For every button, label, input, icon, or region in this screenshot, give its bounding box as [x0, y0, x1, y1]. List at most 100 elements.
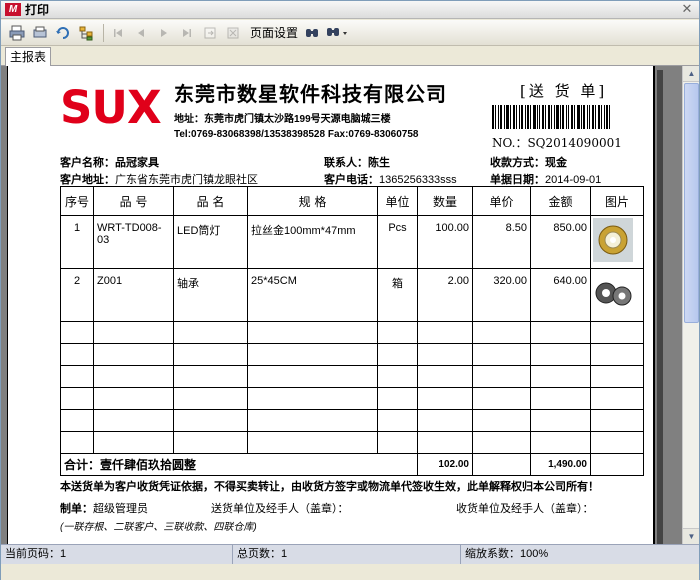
led-downlight-image: [593, 218, 633, 262]
item-amount: 850.00: [530, 215, 591, 269]
date-label: 单据日期：: [490, 174, 545, 186]
close-doc-icon[interactable]: [223, 23, 243, 43]
tab-main-report[interactable]: 主报表: [5, 47, 51, 66]
tree-icon[interactable]: [76, 23, 96, 43]
items-table: 序号 品 号 品 名 规 格 单位 数量 单价 金额 图片 1 WRT-TD00…: [60, 186, 644, 476]
maker-row: 制单：超级管理员: [60, 500, 148, 516]
contact-label: 联系人：: [324, 157, 368, 169]
date-value: 2014-09-01: [545, 174, 602, 186]
item-spec: 25*45CM: [247, 268, 378, 322]
table-row: [60, 365, 644, 388]
print-window: M 打印 ✕ 页面设置 主报表 SUX 东莞市数星软件科技有限公司 [送 货 单…: [0, 0, 700, 580]
total-label: 合计：壹仟肆佰玖拾圆整: [60, 453, 418, 476]
terms-note: 本送货单为客户收货凭证依据，不得买卖转让，由收货方签字或物流单代签收生效，此单解…: [60, 481, 599, 493]
column-header: 规 格: [247, 186, 378, 216]
bearing-image: [593, 271, 633, 315]
sender-signature: 送货单位及经手人（盖章）：: [211, 503, 349, 515]
item-amount: 640.00: [530, 268, 591, 322]
table-row: 2 Z001 轴承 25*45CM 箱 2.00 320.00 640.00: [60, 268, 644, 322]
column-header: 单价: [472, 186, 531, 216]
company-phone: Tel:0769-83068398/13538398528 Fax:0769-8…: [174, 129, 419, 140]
item-price: 8.50: [472, 215, 531, 269]
customer-address-row: 客户地址：广东省东莞市虎门镇龙眼社区: [60, 171, 258, 187]
scroll-thumb[interactable]: [684, 83, 699, 323]
item-name: 轴承: [173, 268, 248, 322]
column-header: 品 号: [93, 186, 174, 216]
customer-phone-row: 客户电话：1365256333sss: [324, 171, 457, 187]
payment-value: 现金: [545, 157, 567, 169]
table-row: 1 WRT-TD008-03 LED筒灯 拉丝金100mm*47mm Pcs 1…: [60, 215, 644, 269]
item-code: Z001: [93, 268, 174, 322]
item-code: WRT-TD008-03: [93, 215, 174, 269]
print-icon[interactable]: [7, 23, 27, 43]
zoom-status: 缩放系数：100%: [465, 548, 549, 560]
close-button[interactable]: ✕: [679, 2, 695, 16]
maker-label: 制单：: [60, 503, 93, 515]
scroll-up-icon[interactable]: ▲: [683, 66, 699, 82]
item-unit: Pcs: [377, 215, 418, 269]
row-number: 2: [60, 268, 94, 322]
customer-address-label: 客户地址：: [60, 174, 115, 186]
total-qty: 102.00: [417, 453, 473, 476]
payment-row: 收款方式：现金: [490, 154, 567, 170]
column-header: 金额: [530, 186, 591, 216]
total-amount: 1,490.00: [530, 453, 591, 476]
item-price: 320.00: [472, 268, 531, 322]
customer-phone-label: 客户电话：: [324, 174, 379, 186]
date-row: 单据日期：2014-09-01: [490, 171, 601, 187]
customer-name-value: 品冠家具: [115, 157, 159, 169]
prev-page-icon[interactable]: [131, 23, 151, 43]
total-image-blank: [590, 453, 644, 476]
total-price-blank: [472, 453, 531, 476]
zoom-icon[interactable]: [325, 23, 351, 43]
customer-name-row: 客户名称：品冠家具: [60, 154, 159, 170]
last-page-icon[interactable]: [177, 23, 197, 43]
page-setup-button[interactable]: 页面设置: [246, 23, 302, 43]
first-page-icon[interactable]: [108, 23, 128, 43]
find-icon[interactable]: [302, 23, 322, 43]
company-logo: SUX: [60, 81, 162, 134]
report-page: SUX 东莞市数星软件科技有限公司 [送 货 单] 地址：东莞市虎门镇太沙路19…: [7, 66, 655, 544]
contact-value: 陈生: [368, 157, 390, 169]
row-number: 1: [60, 215, 94, 269]
column-header: 序号: [60, 186, 94, 216]
item-spec: 拉丝金100mm*47mm: [247, 215, 378, 269]
print-preview-icon[interactable]: [30, 23, 50, 43]
column-header: 单位: [377, 186, 418, 216]
customer-phone-value: 1365256333sss: [379, 174, 457, 186]
item-name: LED筒灯: [173, 215, 248, 269]
table-header-row: 序号 品 号 品 名 规 格 单位 数量 单价 金额 图片: [60, 186, 644, 216]
toolbar-separator: [103, 23, 104, 42]
next-page-icon[interactable]: [154, 23, 174, 43]
status-bar: 当前页码：1 总页数：1 缩放系数：100%: [1, 544, 699, 564]
table-row: [60, 321, 644, 344]
item-qty: 2.00: [417, 268, 473, 322]
current-page-status: 当前页码：1: [1, 545, 233, 564]
window-bottom-edge: [1, 564, 699, 580]
window-title: 打印: [25, 3, 50, 17]
company-name: 东莞市数星软件科技有限公司: [174, 82, 447, 106]
table-row: [60, 409, 644, 432]
item-unit: 箱: [377, 268, 418, 322]
column-header: 图片: [590, 186, 644, 216]
vertical-scrollbar[interactable]: ▲ ▼: [682, 66, 699, 544]
export-icon[interactable]: [200, 23, 220, 43]
contact-row: 联系人：陈生: [324, 154, 390, 170]
payment-label: 收款方式：: [490, 157, 545, 169]
title-bar: M 打印 ✕: [1, 1, 699, 19]
scroll-down-icon[interactable]: ▼: [683, 528, 699, 544]
page-shadow: [657, 70, 663, 544]
preview-viewport[interactable]: SUX 东莞市数星软件科技有限公司 [送 货 单] 地址：东莞市虎门镇太沙路19…: [1, 66, 699, 544]
refresh-icon[interactable]: [53, 23, 73, 43]
document-title: [送 货 单]: [520, 82, 608, 100]
customer-name-label: 客户名称：: [60, 157, 115, 169]
table-row: [60, 387, 644, 410]
customer-address-value: 广东省东莞市虎门镇龙眼社区: [115, 174, 258, 186]
table-row: [60, 343, 644, 366]
receiver-signature: 收货单位及经手人（盖章）：: [456, 503, 594, 515]
barcode-image: [492, 105, 610, 129]
total-pages-status: 总页数：1: [233, 545, 461, 564]
company-address: 地址：东莞市虎门镇太沙路199号天源电脑城三楼: [174, 114, 391, 125]
document-number: NO.：SQ2014090001: [492, 136, 622, 150]
maker-value: 超级管理员: [93, 503, 148, 515]
